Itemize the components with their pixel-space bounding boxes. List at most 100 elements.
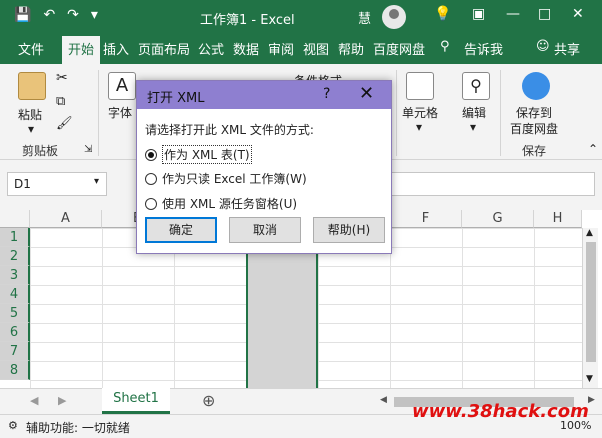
row-header-2[interactable]: 2 xyxy=(0,247,30,266)
row-header-8[interactable]: 8 xyxy=(0,361,30,380)
vertical-scrollbar[interactable]: ▲ ▼ xyxy=(582,228,598,388)
user-name[interactable]: 慧 xyxy=(358,8,371,27)
tab-formulas[interactable]: 公式 xyxy=(198,39,224,58)
ribbon-tabs: 文件 开始 插入 页面布局 公式 数据 审阅 视图 帮助 百度网盘 ⚲ 告诉我 … xyxy=(0,34,602,64)
minimize-icon[interactable]: — xyxy=(506,6,520,22)
tab-page-layout[interactable]: 页面布局 xyxy=(138,39,190,58)
cancel-button[interactable]: 取消 xyxy=(229,217,301,243)
column-header-g[interactable]: G xyxy=(462,210,534,228)
option-xml-table[interactable]: 作为 XML 表(T) xyxy=(145,145,252,164)
tab-file[interactable]: 文件 xyxy=(18,39,44,58)
lightbulb-search-icon: ⚲ xyxy=(440,39,450,54)
tab-data[interactable]: 数据 xyxy=(233,39,259,58)
save-icon[interactable]: 💾 xyxy=(14,7,31,23)
paste-dropdown-icon[interactable]: ▾ xyxy=(28,122,34,136)
next-sheet-icon[interactable]: ▶ xyxy=(58,394,66,407)
dialog-prompt: 请选择打开此 XML 文件的方式: xyxy=(145,123,314,137)
copy-icon[interactable]: ⧉ xyxy=(56,94,65,109)
help-button[interactable]: 帮助(H) xyxy=(313,217,385,243)
avatar[interactable] xyxy=(382,5,406,29)
name-box-value: D1 xyxy=(14,177,31,191)
hscroll-right-icon[interactable]: ▶ xyxy=(588,395,595,405)
radio-xml-source-pane[interactable] xyxy=(145,197,157,210)
name-box[interactable]: D1 ▾ xyxy=(7,172,107,196)
font-button[interactable]: 字体 xyxy=(108,104,132,121)
dialog-close-icon[interactable]: ✕ xyxy=(359,83,374,104)
tab-home[interactable]: 开始 xyxy=(62,36,101,64)
clipboard-group-label: 剪贴板 xyxy=(22,144,59,158)
accessibility-status[interactable]: 辅助功能: 一切就绪 xyxy=(26,419,130,436)
option-readonly-workbook[interactable]: 作为只读 Excel 工作簿(W) xyxy=(145,170,307,187)
row-header-1[interactable]: 1 xyxy=(0,228,30,247)
cells-icon[interactable] xyxy=(406,72,434,100)
undo-icon[interactable]: ↶ xyxy=(43,7,55,23)
editing-dropdown-icon[interactable]: ▾ xyxy=(470,120,476,134)
title-bar: 💾 ↶ ↷ ▾ 工作簿1 - Excel 慧 💡 ▣ — □ ✕ xyxy=(0,0,602,34)
ribbon-separator xyxy=(98,70,99,156)
window-title: 工作簿1 - Excel xyxy=(200,13,295,28)
scrollbar-thumb[interactable] xyxy=(586,242,596,362)
prev-sheet-icon[interactable]: ◀ xyxy=(30,394,38,407)
close-icon[interactable]: ✕ xyxy=(572,6,584,22)
column-header-f[interactable]: F xyxy=(390,210,462,228)
maximize-icon[interactable]: □ xyxy=(538,6,551,22)
font-icon[interactable]: A xyxy=(108,72,136,100)
tab-tell-me[interactable]: 告诉我 xyxy=(464,39,503,58)
save-to-baidu-button[interactable]: 保存到 xyxy=(516,104,552,121)
formula-input[interactable] xyxy=(390,172,595,196)
lightbulb-icon[interactable]: 💡 xyxy=(434,6,451,22)
tab-view[interactable]: 视图 xyxy=(303,39,329,58)
save-to-baidu-label-2: 百度网盘 xyxy=(510,122,559,136)
row-header-6[interactable]: 6 xyxy=(0,323,30,342)
dialog-help-icon[interactable]: ? xyxy=(323,86,330,102)
cells-button[interactable]: 单元格 xyxy=(402,104,438,121)
cut-icon[interactable]: ✂ xyxy=(56,70,68,86)
radio-xml-table[interactable] xyxy=(145,148,157,161)
ribbon-separator xyxy=(396,70,397,156)
option-xml-source-pane-label: 使用 XML 源任务窗格(U) xyxy=(162,197,298,211)
name-box-dropdown-icon[interactable]: ▾ xyxy=(94,176,99,187)
search-icon[interactable]: ⚲ xyxy=(462,72,490,100)
baidu-cloud-icon[interactable] xyxy=(522,72,550,100)
ribbon-separator xyxy=(500,70,501,156)
accessibility-icon[interactable]: ⚙ xyxy=(8,419,18,432)
paste-button[interactable]: 粘贴 xyxy=(18,106,42,123)
scroll-down-icon[interactable]: ▼ xyxy=(586,374,593,384)
row-header-3[interactable]: 3 xyxy=(0,266,30,285)
option-xml-source-pane[interactable]: 使用 XML 源任务窗格(U) xyxy=(145,195,297,212)
share-icon: ☺ xyxy=(536,39,550,54)
clipboard-launcher-icon[interactable]: ⇲ xyxy=(84,144,92,155)
quick-access-toolbar: 💾 ↶ ↷ ▾ xyxy=(14,7,98,23)
tab-help[interactable]: 帮助 xyxy=(338,39,364,58)
ok-button[interactable]: 确定 xyxy=(145,217,217,243)
scroll-up-icon[interactable]: ▲ xyxy=(586,228,593,238)
radio-readonly-workbook[interactable] xyxy=(145,172,157,185)
add-sheet-icon[interactable]: ⊕ xyxy=(202,391,215,410)
tab-baidu-netdisk[interactable]: 百度网盘 xyxy=(373,39,425,58)
watermark: www.38hack.com xyxy=(412,401,589,422)
row-header-5[interactable]: 5 xyxy=(0,304,30,323)
row-header-4[interactable]: 4 xyxy=(0,285,30,304)
column-header-h[interactable]: H xyxy=(534,210,582,228)
option-readonly-workbook-label: 作为只读 Excel 工作簿(W) xyxy=(162,172,307,186)
save-group-label: 保存 xyxy=(522,144,547,158)
row-header-7[interactable]: 7 xyxy=(0,342,30,361)
hscroll-left-icon[interactable]: ◀ xyxy=(380,395,387,405)
share-button[interactable]: 共享 xyxy=(554,39,580,58)
tab-insert[interactable]: 插入 xyxy=(103,39,129,58)
cells-dropdown-icon[interactable]: ▾ xyxy=(416,120,422,134)
format-painter-icon[interactable]: 🖌 xyxy=(56,116,73,131)
open-xml-dialog: 打开 XML ? ✕ 请选择打开此 XML 文件的方式: 作为 XML 表(T)… xyxy=(136,80,392,254)
select-all-corner[interactable] xyxy=(0,210,30,228)
dialog-title: 打开 XML xyxy=(147,91,205,106)
customize-qat-icon[interactable]: ▾ xyxy=(91,7,98,23)
collapse-ribbon-icon[interactable]: ⌃ xyxy=(588,142,598,156)
tab-review[interactable]: 审阅 xyxy=(268,39,294,58)
option-xml-table-label: 作为 XML 表(T) xyxy=(162,145,252,164)
sheet-tab-sheet1[interactable]: Sheet1 xyxy=(102,388,170,414)
editing-button[interactable]: 编辑 xyxy=(462,104,486,121)
redo-icon[interactable]: ↷ xyxy=(67,7,79,23)
column-header-a[interactable]: A xyxy=(30,210,102,228)
paste-icon[interactable] xyxy=(18,72,46,100)
ribbon-display-icon[interactable]: ▣ xyxy=(472,6,485,22)
